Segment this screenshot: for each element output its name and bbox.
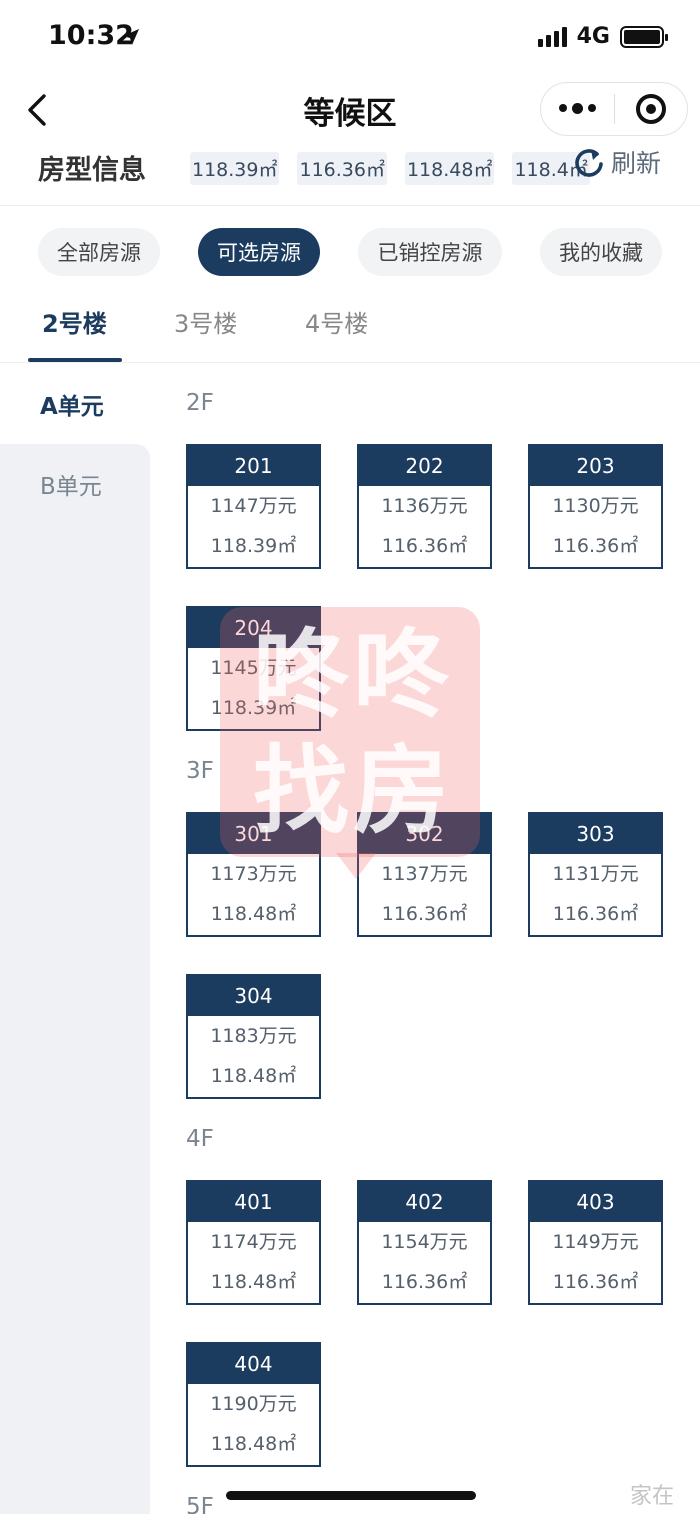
room-price: 1137万元: [381, 863, 468, 885]
home-indicator[interactable]: [226, 1491, 476, 1500]
room-number: 402: [359, 1182, 490, 1222]
filter-sold[interactable]: 已销控房源: [358, 228, 502, 276]
building-tabs: 2号楼 3号楼 4号楼: [0, 296, 700, 363]
more-button[interactable]: [541, 102, 614, 114]
room-area: 118.39㎡: [210, 697, 297, 719]
status-bar: 10:32 4G: [0, 0, 700, 78]
room-number: 404: [188, 1344, 319, 1384]
room-card[interactable]: 304 1183万元 118.48㎡: [186, 974, 321, 1099]
room-card[interactable]: 202 1136万元 116.36㎡: [357, 444, 492, 569]
room-number: 203: [530, 446, 661, 486]
room-card[interactable]: 403 1149万元 116.36㎡: [528, 1180, 663, 1305]
house-type-label: 房型信息: [38, 155, 146, 186]
room-area: 116.36㎡: [552, 535, 639, 557]
room-number: 403: [530, 1182, 661, 1222]
room-area: 116.36㎡: [381, 535, 468, 557]
location-arrow-icon: [123, 29, 139, 45]
room-area: 116.36㎡: [381, 1271, 468, 1293]
filter-all[interactable]: 全部房源: [38, 228, 160, 276]
close-mini-program-button[interactable]: [615, 94, 687, 124]
refresh-icon: [575, 149, 603, 177]
corner-logo: 家在: [629, 1484, 674, 1509]
room-number: 302: [359, 814, 490, 854]
target-icon: [635, 94, 666, 124]
room-price: 1149万元: [552, 1231, 639, 1253]
house-type-tags: 118.39㎡ 116.36㎡ 118.48㎡ 118.4㎡: [190, 152, 590, 185]
room-grid: 2F 201 1147万元 118.39㎡ 202 1136万元 116.36㎡…: [150, 364, 700, 1514]
house-type-tag[interactable]: 118.39㎡: [190, 152, 280, 185]
room-price: 1130万元: [552, 495, 639, 517]
active-tab-indicator: [28, 358, 122, 362]
signal-icon: [537, 26, 567, 47]
room-area: 116.36㎡: [552, 1271, 639, 1293]
sidebar-background: [0, 444, 150, 1514]
room-price: 1136万元: [381, 495, 468, 517]
room-price: 1173万元: [210, 863, 297, 885]
more-dots-icon: [559, 104, 567, 113]
house-type-tag[interactable]: 116.36㎡: [297, 152, 387, 185]
room-card[interactable]: 404 1190万元 118.48㎡: [186, 1342, 321, 1467]
unit-sidebar: A单元 B单元: [0, 364, 150, 1514]
filter-favorites[interactable]: 我的收藏: [540, 228, 662, 276]
room-price: 1183万元: [210, 1025, 297, 1047]
filter-available[interactable]: 可选房源: [198, 228, 320, 276]
room-number: 204: [188, 608, 319, 648]
floor-label: 5F: [186, 1494, 214, 1514]
tab-building-3[interactable]: 3号楼: [174, 304, 237, 339]
room-card[interactable]: 201 1147万元 118.39㎡: [186, 444, 321, 569]
room-number: 301: [188, 814, 319, 854]
room-area: 118.39㎡: [210, 535, 297, 557]
tab-building-2[interactable]: 2号楼: [42, 304, 107, 339]
sidebar-item-unit-a[interactable]: A单元: [0, 364, 150, 444]
room-card[interactable]: 302 1137万元 116.36㎡: [357, 812, 492, 937]
room-price: 1147万元: [210, 495, 297, 517]
room-price: 1154万元: [381, 1231, 468, 1253]
room-number: 303: [530, 814, 661, 854]
room-number: 202: [359, 446, 490, 486]
room-price: 1190万元: [210, 1393, 297, 1415]
room-price: 1174万元: [210, 1231, 297, 1253]
refresh-label: 刷新: [611, 149, 662, 178]
room-price: 1131万元: [552, 863, 639, 885]
room-number: 201: [188, 446, 319, 486]
room-area: 116.36㎡: [552, 903, 639, 925]
room-card[interactable]: 203 1130万元 116.36㎡: [528, 444, 663, 569]
room-card[interactable]: 303 1131万元 116.36㎡: [528, 812, 663, 937]
room-area: 118.48㎡: [210, 903, 297, 925]
filter-pills: 全部房源 可选房源 已销控房源 我的收藏: [38, 228, 678, 276]
room-area: 118.48㎡: [210, 1433, 297, 1455]
mini-program-capsule: [540, 82, 688, 136]
room-area: 118.48㎡: [210, 1271, 297, 1293]
floor-label: 2F: [186, 390, 214, 416]
room-card[interactable]: 401 1174万元 118.48㎡: [186, 1180, 321, 1305]
room-card[interactable]: 402 1154万元 116.36㎡: [357, 1180, 492, 1305]
floor-label: 3F: [186, 758, 214, 784]
room-number: 304: [188, 976, 319, 1016]
tab-building-4[interactable]: 4号楼: [305, 304, 368, 339]
network-type: 4G: [576, 24, 610, 49]
room-price: 1145万元: [210, 657, 297, 679]
room-card[interactable]: 301 1173万元 118.48㎡: [186, 812, 321, 937]
house-type-tag[interactable]: 118.48㎡: [404, 152, 495, 185]
house-type-row: 房型信息 118.39㎡ 116.36㎡ 118.48㎡ 118.4㎡ 刷新: [0, 140, 700, 206]
refresh-button[interactable]: 刷新: [573, 144, 661, 180]
room-area: 118.48㎡: [210, 1065, 297, 1087]
room-number: 401: [188, 1182, 319, 1222]
status-indicators: 4G: [537, 24, 668, 49]
battery-icon: [620, 25, 668, 48]
room-card[interactable]: 204 1145万元 118.39㎡: [186, 606, 321, 731]
room-area: 116.36㎡: [381, 903, 468, 925]
sidebar-item-unit-b[interactable]: B单元: [0, 444, 150, 524]
nav-bar: 等候区: [0, 78, 700, 140]
floor-label: 4F: [186, 1126, 214, 1152]
